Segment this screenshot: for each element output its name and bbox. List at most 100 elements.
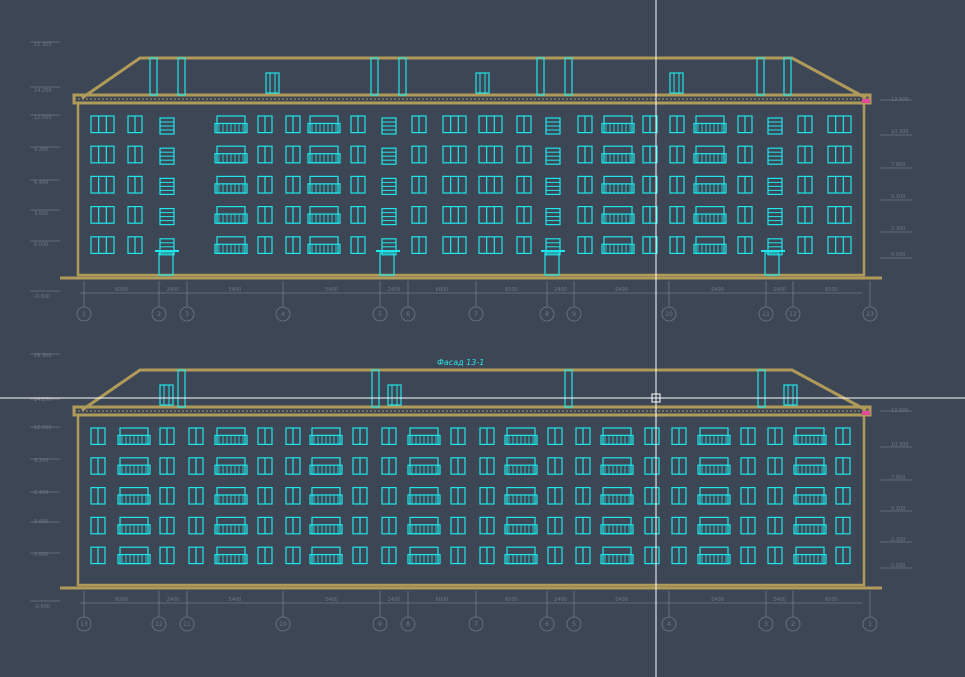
dimension-value[interactable]: 6000 [825, 287, 838, 293]
window[interactable] [478, 115, 503, 134]
roof-dormer[interactable] [783, 384, 798, 406]
vent-pipe[interactable] [783, 57, 792, 96]
dimension-value[interactable]: 6000 [825, 597, 838, 603]
dimension-value[interactable]: 5400 [229, 287, 242, 293]
vent-pipe[interactable] [536, 57, 545, 96]
vent-pipe[interactable] [177, 57, 186, 96]
dimension-value[interactable]: 5400 [615, 597, 628, 603]
axis-label[interactable]: 10 [665, 311, 673, 318]
axis-label[interactable]: 12 [155, 621, 163, 628]
axis-label[interactable]: 3 [185, 311, 189, 318]
entrance-door[interactable] [764, 252, 780, 276]
roof-dormer[interactable] [265, 72, 280, 94]
window[interactable] [478, 175, 503, 194]
axis-label[interactable]: 8 [406, 621, 410, 628]
vent-pipe[interactable] [756, 57, 765, 96]
vent-pipe[interactable] [177, 369, 186, 408]
building-elevation-bottom[interactable]: 1360001224001154001054009240086000760006… [30, 353, 882, 632]
dimension-value[interactable]: 6000 [115, 287, 128, 293]
window[interactable] [442, 145, 467, 164]
axis-label[interactable]: 13 [866, 311, 874, 318]
axis-label[interactable]: 7 [474, 621, 478, 628]
roof-dormer[interactable] [475, 72, 490, 94]
axis-label[interactable]: 4 [667, 621, 671, 628]
roof-dormer[interactable] [387, 384, 402, 406]
axis-label[interactable]: 3 [764, 621, 768, 628]
dimension-value[interactable]: 6000 [436, 287, 449, 293]
window[interactable] [827, 145, 852, 164]
window[interactable] [90, 206, 115, 224]
window[interactable] [442, 206, 467, 224]
axis-label[interactable]: 13 [80, 621, 88, 628]
dimension-value[interactable]: 6000 [505, 287, 518, 293]
vent-pipe[interactable] [371, 369, 380, 408]
axis-label[interactable]: 1 [868, 621, 872, 628]
axis-label[interactable]: 5 [378, 311, 382, 318]
axis-label[interactable]: 6 [545, 621, 549, 628]
cad-drawing-canvas[interactable]: 1 6000 2 2400 3 5400 4 5400 5 2400 6 6000 7 6000 8 2400… [0, 0, 965, 677]
dimension-value[interactable]: 5400 [615, 287, 628, 293]
window[interactable] [827, 175, 852, 194]
axis-label[interactable]: 9 [378, 621, 382, 628]
dimension-value[interactable]: 6000 [505, 597, 518, 603]
facade-wall[interactable] [76, 101, 866, 277]
axis-label[interactable]: 11 [762, 311, 770, 318]
axis-label[interactable]: 8 [545, 311, 549, 318]
vent-pipe[interactable] [370, 57, 379, 96]
window[interactable] [442, 236, 467, 255]
vent-pipe[interactable] [149, 57, 158, 96]
axis-label[interactable]: 11 [183, 621, 191, 628]
dimension-value[interactable]: 5400 [229, 597, 242, 603]
dimension-value[interactable]: 5400 [711, 597, 724, 603]
roof-outline[interactable] [81, 56, 867, 100]
cornice-accent[interactable] [862, 411, 870, 415]
window[interactable] [478, 236, 503, 255]
roof-outline[interactable] [81, 368, 867, 412]
facade-title[interactable]: Фасад 13-1 [437, 358, 484, 367]
dimension-value[interactable]: 2400 [167, 597, 180, 603]
dimension-value[interactable]: 6000 [115, 597, 128, 603]
window[interactable] [442, 175, 467, 194]
window[interactable] [90, 115, 115, 134]
dimension-value[interactable]: 5400 [711, 287, 724, 293]
dimension-value[interactable]: 2400 [167, 287, 180, 293]
axis-label[interactable]: 4 [281, 311, 285, 318]
window[interactable] [478, 206, 503, 224]
window[interactable] [827, 115, 852, 134]
entrance-door[interactable] [158, 252, 174, 276]
axis-label[interactable]: 12 [789, 311, 797, 318]
dimension-value[interactable]: 2400 [773, 287, 786, 293]
window[interactable] [90, 236, 115, 255]
roof-dormer[interactable] [669, 72, 684, 94]
vent-pipe[interactable] [398, 57, 407, 96]
cornice-accent[interactable] [862, 99, 870, 103]
roof-dormer[interactable] [159, 384, 174, 406]
vent-pipe[interactable] [757, 369, 766, 408]
window[interactable] [827, 236, 852, 255]
dimension-value[interactable]: 2400 [554, 597, 567, 603]
axis-label[interactable]: 7 [474, 311, 478, 318]
entrance-door[interactable] [544, 252, 560, 276]
axis-label[interactable]: 5 [572, 621, 576, 628]
window[interactable] [478, 145, 503, 164]
dimension-value[interactable]: 2400 [388, 597, 401, 603]
entrance-door[interactable] [379, 252, 395, 276]
dimension-value[interactable]: 5400 [325, 597, 338, 603]
axis-label[interactable]: 1 [82, 311, 86, 318]
building-elevation-top[interactable]: 1 6000 2 2400 3 5400 4 5400 5 2400 6 6000 7 6000 8 2400… [30, 41, 882, 322]
window[interactable] [90, 175, 115, 194]
window[interactable] [442, 115, 467, 134]
vent-pipe[interactable] [564, 57, 573, 96]
dimension-value[interactable]: 6000 [436, 597, 449, 603]
axis-label[interactable]: 9 [572, 311, 576, 318]
axis-label[interactable]: 2 [157, 311, 161, 318]
dimension-value[interactable]: 5400 [325, 287, 338, 293]
dimension-value[interactable]: 2400 [388, 287, 401, 293]
dimension-value[interactable]: 2400 [773, 597, 786, 603]
window[interactable] [90, 145, 115, 164]
window[interactable] [827, 206, 852, 224]
axis-label[interactable]: 2 [791, 621, 795, 628]
vent-pipe[interactable] [564, 369, 573, 408]
axis-label[interactable]: 10 [279, 621, 287, 628]
dimension-value[interactable]: 2400 [554, 287, 567, 293]
